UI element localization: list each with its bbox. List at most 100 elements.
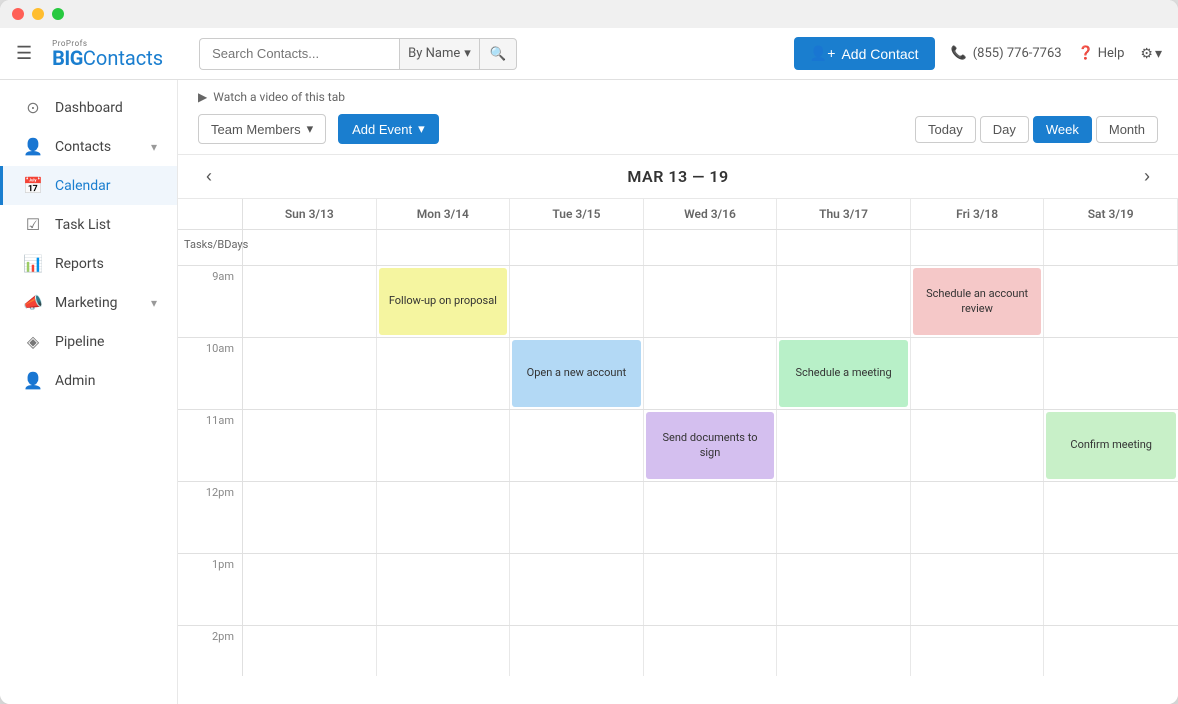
- team-members-button[interactable]: Team Members ▾: [198, 114, 326, 144]
- cell-1pm-fri[interactable]: [911, 554, 1045, 625]
- prev-week-button[interactable]: ‹: [198, 162, 220, 191]
- cell-11am-thu[interactable]: [777, 410, 911, 481]
- cell-10am-sun[interactable]: [243, 338, 377, 409]
- cell-2pm-fri[interactable]: [911, 626, 1045, 676]
- event-open-account[interactable]: Open a new account: [512, 340, 641, 407]
- sidebar-label-calendar: Calendar: [55, 178, 111, 194]
- day-header-tue: Tue 3/15: [510, 199, 644, 229]
- time-row-10am: 10am Open a new account Schedule a meeti…: [178, 338, 1178, 410]
- time-row-1pm: 1pm: [178, 554, 1178, 626]
- cell-10am-wed[interactable]: [644, 338, 778, 409]
- event-send-documents[interactable]: Send documents to sign: [646, 412, 775, 479]
- tasks-mon: [377, 230, 511, 265]
- sidebar-label-tasklist: Task List: [55, 217, 111, 233]
- help-area[interactable]: ❓ Help: [1078, 46, 1125, 61]
- sidebar-item-pipeline[interactable]: ◈ Pipeline: [0, 322, 177, 361]
- cell-2pm-sun[interactable]: [243, 626, 377, 676]
- cell-9am-sat[interactable]: [1044, 266, 1178, 337]
- cell-1pm-mon[interactable]: [377, 554, 511, 625]
- cell-11am-mon[interactable]: [377, 410, 511, 481]
- time-header: [178, 199, 243, 229]
- chevron-down-icon: ▾: [151, 140, 157, 154]
- add-event-button[interactable]: Add Event ▾: [338, 114, 439, 144]
- add-contact-button[interactable]: 👤+ Add Contact: [794, 37, 935, 70]
- logo-contacts: Contacts: [83, 46, 163, 70]
- cell-11am-sat[interactable]: Confirm meeting: [1044, 410, 1178, 481]
- sidebar-item-dashboard[interactable]: ⊙ Dashboard: [0, 88, 177, 127]
- cell-2pm-wed[interactable]: [644, 626, 778, 676]
- tasks-sat: [1044, 230, 1178, 265]
- view-week-button[interactable]: Week: [1033, 116, 1092, 143]
- cell-10am-tue[interactable]: Open a new account: [510, 338, 644, 409]
- event-schedule-meeting[interactable]: Schedule a meeting: [779, 340, 908, 407]
- cell-12pm-fri[interactable]: [911, 482, 1045, 553]
- cell-1pm-tue[interactable]: [510, 554, 644, 625]
- next-week-button[interactable]: ›: [1136, 162, 1158, 191]
- cell-12pm-thu[interactable]: [777, 482, 911, 553]
- cell-9am-mon[interactable]: Follow-up on proposal: [377, 266, 511, 337]
- watch-video-link[interactable]: ▶ Watch a video of this tab: [198, 90, 1158, 104]
- search-filter-dropdown[interactable]: By Name ▾: [399, 38, 479, 70]
- cell-9am-wed[interactable]: [644, 266, 778, 337]
- event-account-review[interactable]: Schedule an account review: [913, 268, 1042, 335]
- cell-9am-fri[interactable]: Schedule an account review: [911, 266, 1045, 337]
- cell-12pm-sun[interactable]: [243, 482, 377, 553]
- tasks-wed: [644, 230, 778, 265]
- cell-11am-fri[interactable]: [911, 410, 1045, 481]
- cell-1pm-sat[interactable]: [1044, 554, 1178, 625]
- cell-1pm-sun[interactable]: [243, 554, 377, 625]
- cell-11am-sun[interactable]: [243, 410, 377, 481]
- sidebar-item-marketing[interactable]: 📣 Marketing ▾: [0, 283, 177, 322]
- cell-10am-sat[interactable]: [1044, 338, 1178, 409]
- time-row-9am: 9am Follow-up on proposal Schedule an ac…: [178, 266, 1178, 338]
- contacts-icon: 👤: [23, 137, 43, 156]
- cell-12pm-sat[interactable]: [1044, 482, 1178, 553]
- sidebar-item-contacts[interactable]: 👤 Contacts ▾: [0, 127, 177, 166]
- cell-1pm-wed[interactable]: [644, 554, 778, 625]
- minimize-dot[interactable]: [32, 8, 44, 20]
- hamburger-icon[interactable]: ☰: [16, 43, 32, 64]
- cell-2pm-sat[interactable]: [1044, 626, 1178, 676]
- logo-big: BIG: [52, 46, 83, 70]
- cell-9am-sun[interactable]: [243, 266, 377, 337]
- time-row-12pm: 12pm: [178, 482, 1178, 554]
- event-followup-proposal[interactable]: Follow-up on proposal: [379, 268, 508, 335]
- cell-12pm-mon[interactable]: [377, 482, 511, 553]
- cell-2pm-mon[interactable]: [377, 626, 511, 676]
- phone-area: 📞 (855) 776-7763: [951, 46, 1062, 61]
- cell-2pm-thu[interactable]: [777, 626, 911, 676]
- cell-1pm-thu[interactable]: [777, 554, 911, 625]
- cell-2pm-tue[interactable]: [510, 626, 644, 676]
- cell-10am-thu[interactable]: Schedule a meeting: [777, 338, 911, 409]
- cell-10am-fri[interactable]: [911, 338, 1045, 409]
- close-dot[interactable]: [12, 8, 24, 20]
- day-header-fri: Fri 3/18: [911, 199, 1045, 229]
- search-input[interactable]: [199, 38, 399, 70]
- cell-10am-mon[interactable]: [377, 338, 511, 409]
- cell-11am-wed[interactable]: Send documents to sign: [644, 410, 778, 481]
- dashboard-icon: ⊙: [23, 98, 43, 117]
- sidebar-label-marketing: Marketing: [55, 295, 118, 311]
- sidebar-item-admin[interactable]: 👤 Admin: [0, 361, 177, 400]
- sidebar-item-calendar[interactable]: 📅 Calendar: [0, 166, 177, 205]
- cell-11am-tue[interactable]: [510, 410, 644, 481]
- sidebar-label-pipeline: Pipeline: [55, 334, 105, 350]
- add-event-label: Add Event: [352, 122, 412, 137]
- cell-9am-tue[interactable]: [510, 266, 644, 337]
- sidebar-item-tasklist[interactable]: ☑ Task List: [0, 205, 177, 244]
- search-button[interactable]: 🔍: [479, 38, 518, 70]
- sidebar-label-contacts: Contacts: [55, 139, 111, 155]
- sidebar-item-reports[interactable]: 📊 Reports: [0, 244, 177, 283]
- cell-12pm-tue[interactable]: [510, 482, 644, 553]
- cell-9am-thu[interactable]: [777, 266, 911, 337]
- view-day-button[interactable]: Day: [980, 116, 1029, 143]
- settings-area[interactable]: ⚙ ▾: [1140, 46, 1162, 62]
- view-month-button[interactable]: Month: [1096, 116, 1158, 143]
- cell-12pm-wed[interactable]: [644, 482, 778, 553]
- time-row-11am: 11am Send documents to sign: [178, 410, 1178, 482]
- event-confirm-meeting[interactable]: Confirm meeting: [1046, 412, 1176, 479]
- fullscreen-dot[interactable]: [52, 8, 64, 20]
- day-header-sun: Sun 3/13: [243, 199, 377, 229]
- calendar-nav: ‹ MAR 13 — 19 ›: [178, 155, 1178, 199]
- view-today-button[interactable]: Today: [915, 116, 976, 143]
